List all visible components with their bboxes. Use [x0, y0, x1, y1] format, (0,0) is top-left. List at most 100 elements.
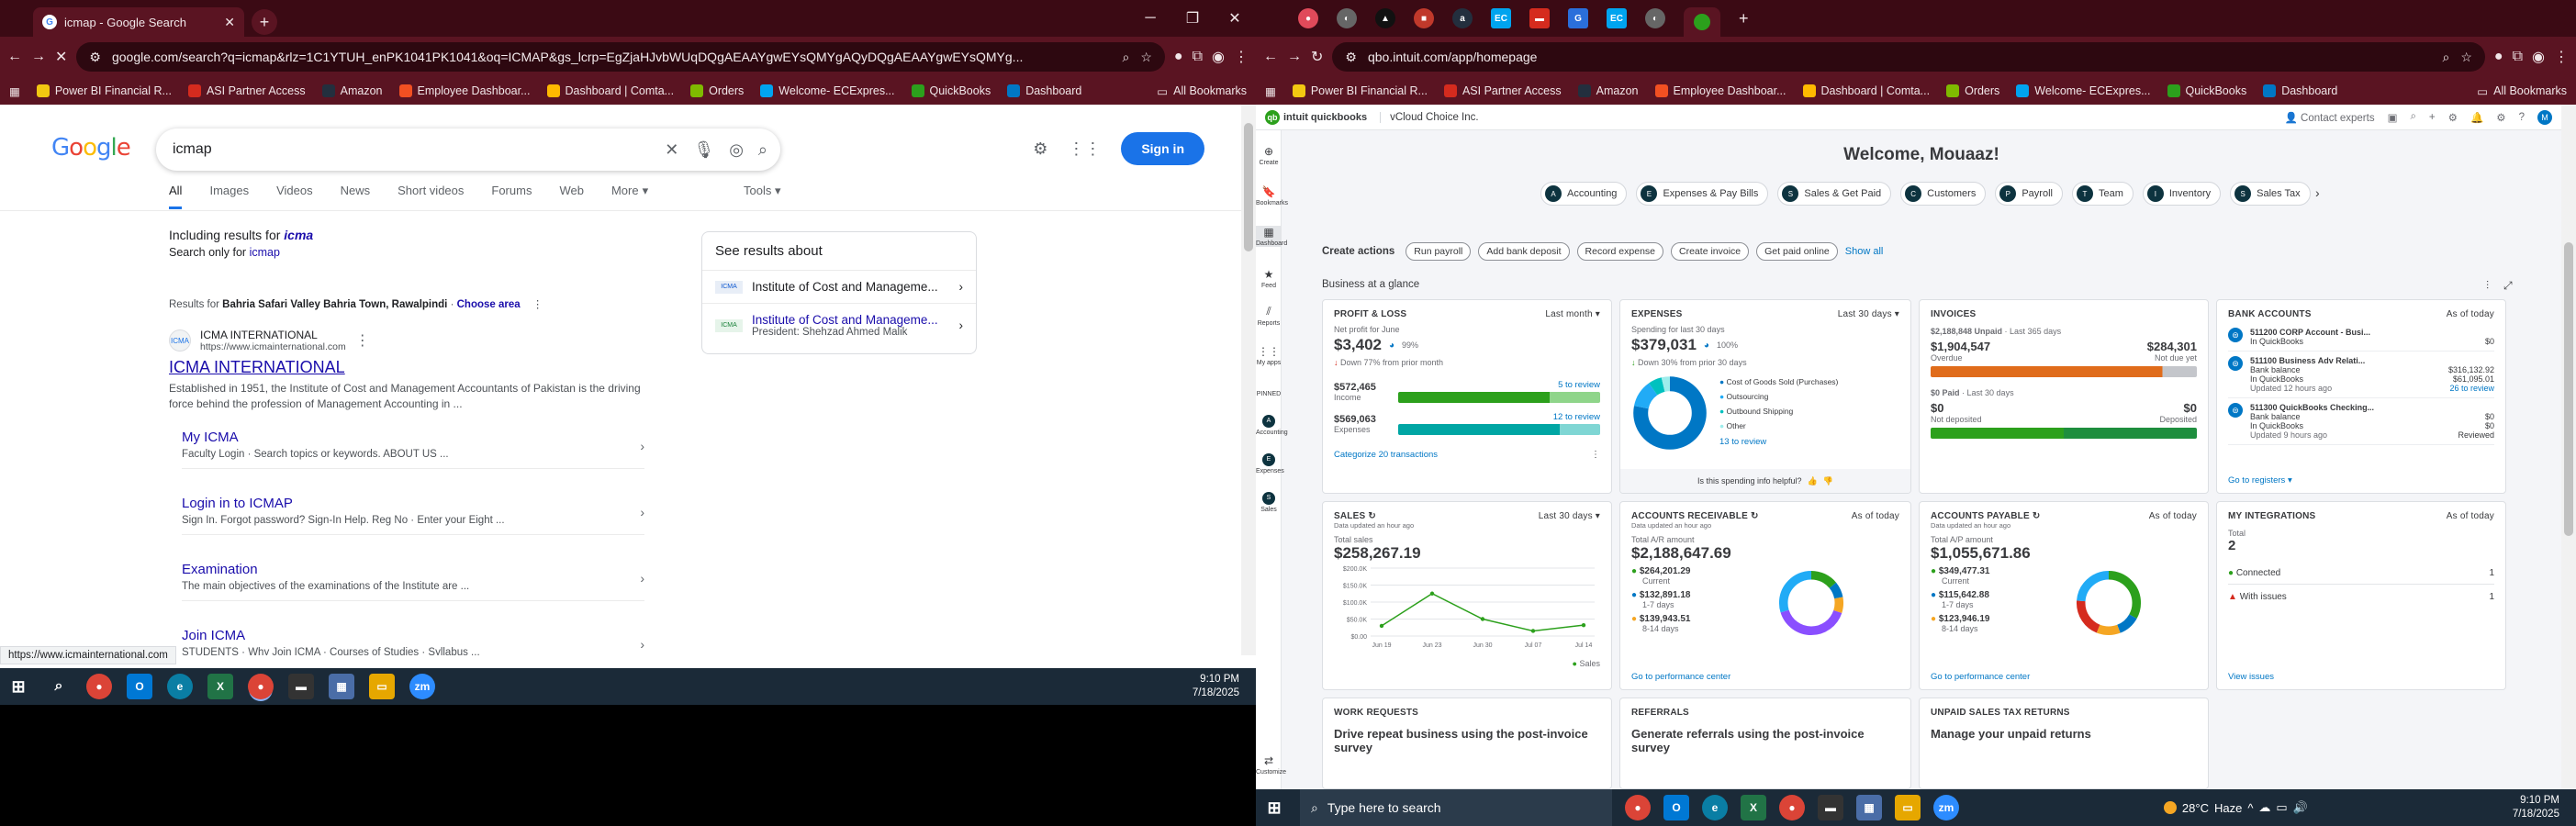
sales-data-point[interactable] — [1379, 623, 1384, 629]
bookmark-item[interactable]: Amazon — [321, 84, 383, 97]
sales-card[interactable]: SALES ↻ Last 30 days ▾ Data updated an ho… — [1322, 501, 1612, 690]
sales-data-point[interactable] — [1480, 617, 1485, 621]
profit-loss-card[interactable]: PROFIT & LOSS Last month ▾ Net profit for… — [1322, 299, 1612, 494]
edit-layout-icon[interactable]: ⤢ — [2503, 279, 2513, 293]
nav-accounting[interactable]: A Accounting — [1256, 415, 1288, 436]
aging-row[interactable]: ● $132,891.18 1-7 days — [1631, 590, 1690, 609]
bookmark-star-icon[interactable]: ☆ — [1140, 50, 1152, 65]
weather-widget[interactable]: 28°C Haze ^ ☁ ▭ 🔊 — [2163, 800, 2308, 815]
search-icon[interactable]: ⌕ — [46, 674, 72, 699]
bookmark-item[interactable]: Dashboard | Comta... — [1802, 84, 1930, 97]
network-icon[interactable]: ▭ — [2276, 800, 2287, 815]
bank-accounts-card[interactable]: BANK ACCOUNTS As of today ⊜ 511200 CORP Ac… — [2216, 299, 2506, 494]
file-explorer-icon[interactable]: ▭ — [1895, 795, 1921, 820]
calculator-icon[interactable]: ▦ — [1856, 795, 1882, 820]
review-status[interactable]: Reviewed — [2458, 430, 2494, 440]
menu-icon[interactable]: ⋮ — [2554, 48, 2569, 66]
bookmark-item[interactable]: Welcome- ECExpres... — [2016, 84, 2151, 97]
more-options-icon[interactable]: ⋮ — [532, 299, 543, 310]
clear-icon[interactable]: ✕ — [665, 140, 678, 160]
tab-icon-8[interactable]: G — [1568, 8, 1588, 28]
taskbar-clock[interactable]: 9:10 PM 7/18/2025 — [2513, 794, 2570, 821]
search-icon[interactable]: ⌕ — [758, 140, 767, 160]
file-explorer-icon[interactable]: ▭ — [369, 674, 395, 699]
bookmark-item[interactable]: Welcome- ECExpres... — [760, 84, 895, 97]
integrations-card[interactable]: MY INTEGRATIONS As of today Total 2 ● Con… — [2216, 501, 2506, 690]
account-icon[interactable]: ◉ — [2532, 48, 2545, 66]
search-tab-videos[interactable]: Videos — [276, 184, 313, 209]
pill-sales-tax[interactable]: S Sales Tax — [2230, 182, 2311, 206]
thumbs-up-icon[interactable]: 👍 — [1808, 476, 1818, 486]
choose-area-link[interactable]: Choose area — [457, 299, 521, 310]
work-requests-card[interactable]: WORK REQUESTS Drive repeat business usin… — [1322, 698, 1612, 789]
calculator-icon[interactable]: ▦ — [329, 674, 354, 699]
pill-accounting[interactable]: A Accounting — [1540, 182, 1628, 206]
customize-widgets-icon[interactable]: ⫶ — [2486, 279, 2489, 293]
contact-experts-button[interactable]: 👤 Contact experts — [2285, 111, 2375, 124]
apps-grid-icon[interactable]: ▦ — [1265, 84, 1276, 98]
search-tab-short-videos[interactable]: Short videos — [398, 184, 464, 209]
back-icon[interactable]: ← — [1263, 49, 1278, 65]
chrome-active-icon[interactable]: ● — [1779, 795, 1805, 820]
about-item-1[interactable]: ICMA Institute of Cost and Manageme... › — [702, 271, 976, 304]
result-site-header[interactable]: ICMA ICMA INTERNATIONAL https://www.icma… — [169, 329, 646, 352]
sales-data-point[interactable] — [1581, 622, 1586, 628]
bookmark-item[interactable]: Power BI Financial R... — [1292, 84, 1428, 97]
chrome-icon[interactable]: ● — [86, 674, 112, 699]
search-tab-images[interactable]: Images — [209, 184, 249, 209]
issues-row[interactable]: ▲ With issues 1 — [2228, 592, 2494, 602]
bank-account-row[interactable]: ⊜ 511200 CORP Account - Busi... In QuickBo… — [2228, 323, 2494, 352]
view-issues-link[interactable]: View issues — [2228, 672, 2274, 682]
bookmark-item[interactable]: Dashboard | Comta... — [546, 84, 674, 97]
bookmark-item[interactable]: Dashboard — [2263, 84, 2337, 97]
address-bar[interactable]: ⚙ google.com/search?q=icmap&rlz=1C1YTUH_… — [76, 42, 1165, 72]
search-tab-forums[interactable]: Forums — [491, 184, 532, 209]
income-review-link[interactable]: 5 to review — [1398, 380, 1600, 390]
quickbooks-tab-active[interactable] — [1684, 7, 1720, 37]
search-query[interactable]: icmap — [173, 141, 650, 158]
tray-chevron-icon[interactable]: ^ — [2247, 801, 2253, 815]
page-scrollbar[interactable] — [2561, 105, 2576, 789]
bookmark-item[interactable]: ASI Partner Access — [1443, 84, 1562, 97]
bookmark-item[interactable]: Employee Dashboar... — [398, 84, 531, 97]
extensions-icon[interactable]: ⧉ — [2513, 49, 2523, 65]
performance-center-link[interactable]: Go to performance center — [1631, 672, 1730, 682]
bookmark-item[interactable]: ASI Partner Access — [187, 84, 306, 97]
create-action-record-expense[interactable]: Record expense — [1576, 242, 1664, 261]
ar-donut-chart[interactable] — [1775, 566, 1848, 640]
zoom-icon[interactable]: zm — [1933, 795, 1959, 820]
notifications-bell-icon[interactable]: 🔔 — [2470, 111, 2483, 124]
result-title-link[interactable]: ICMA INTERNATIONAL — [169, 358, 646, 377]
bookmark-item[interactable]: QuickBooks — [911, 84, 991, 97]
aging-row[interactable]: ● $115,642.88 1-7 days — [1931, 590, 1989, 609]
go-to-registers-link[interactable]: Go to registers ▾ — [2228, 475, 2292, 486]
accounts-payable-card[interactable]: ACCOUNTS PAYABLE ↻ As of today Data updat… — [1919, 501, 2209, 690]
bank-account-row[interactable]: ⊜ 511300 QuickBooks Checking... Bank balan… — [2228, 398, 2494, 445]
extensions-icon[interactable]: ⧉ — [1193, 49, 1203, 65]
create-action-add-bank-deposit[interactable]: Add bank deposit — [1478, 242, 1570, 261]
expenses-bar[interactable] — [1398, 424, 1600, 435]
account-icon[interactable]: ◉ — [1212, 48, 1225, 66]
pill-payroll[interactable]: P Payroll — [1995, 182, 2063, 206]
cloud-icon[interactable]: ☁ — [2258, 800, 2270, 815]
reload-icon[interactable]: ↻ — [1311, 48, 1323, 66]
show-all-link[interactable]: Show all — [1845, 246, 1884, 257]
card-menu-icon[interactable]: ⋮ — [1591, 450, 1600, 460]
bookmark-item[interactable]: Dashboard — [1007, 84, 1081, 97]
review-link[interactable]: 13 to review — [1719, 434, 1838, 451]
settings-icon[interactable]: ⚙ — [2448, 111, 2458, 124]
chrome-icon[interactable]: ● — [1625, 795, 1651, 820]
scrollbar-thumb[interactable] — [2564, 242, 2573, 536]
connected-row[interactable]: ● Connected 1 — [2228, 568, 2494, 585]
windows-start-icon[interactable]: ⊞ — [6, 674, 31, 699]
search-only-link[interactable]: icmap — [250, 246, 280, 259]
period-dropdown[interactable]: Last 30 days ▾ — [1539, 511, 1600, 521]
zoom-icon[interactable]: zm — [409, 674, 435, 699]
pill-customers[interactable]: C Customers — [1900, 182, 1987, 206]
unpaid-bar[interactable] — [1931, 366, 2197, 377]
bookmark-item[interactable]: Orders — [690, 84, 744, 97]
pill-team[interactable]: T Team — [2071, 182, 2134, 206]
nav-customize[interactable]: ⇄ Customize — [1256, 754, 1286, 776]
nav-sales[interactable]: S Sales — [1256, 492, 1282, 513]
create-action-get-paid-online[interactable]: Get paid online — [1756, 242, 1838, 261]
